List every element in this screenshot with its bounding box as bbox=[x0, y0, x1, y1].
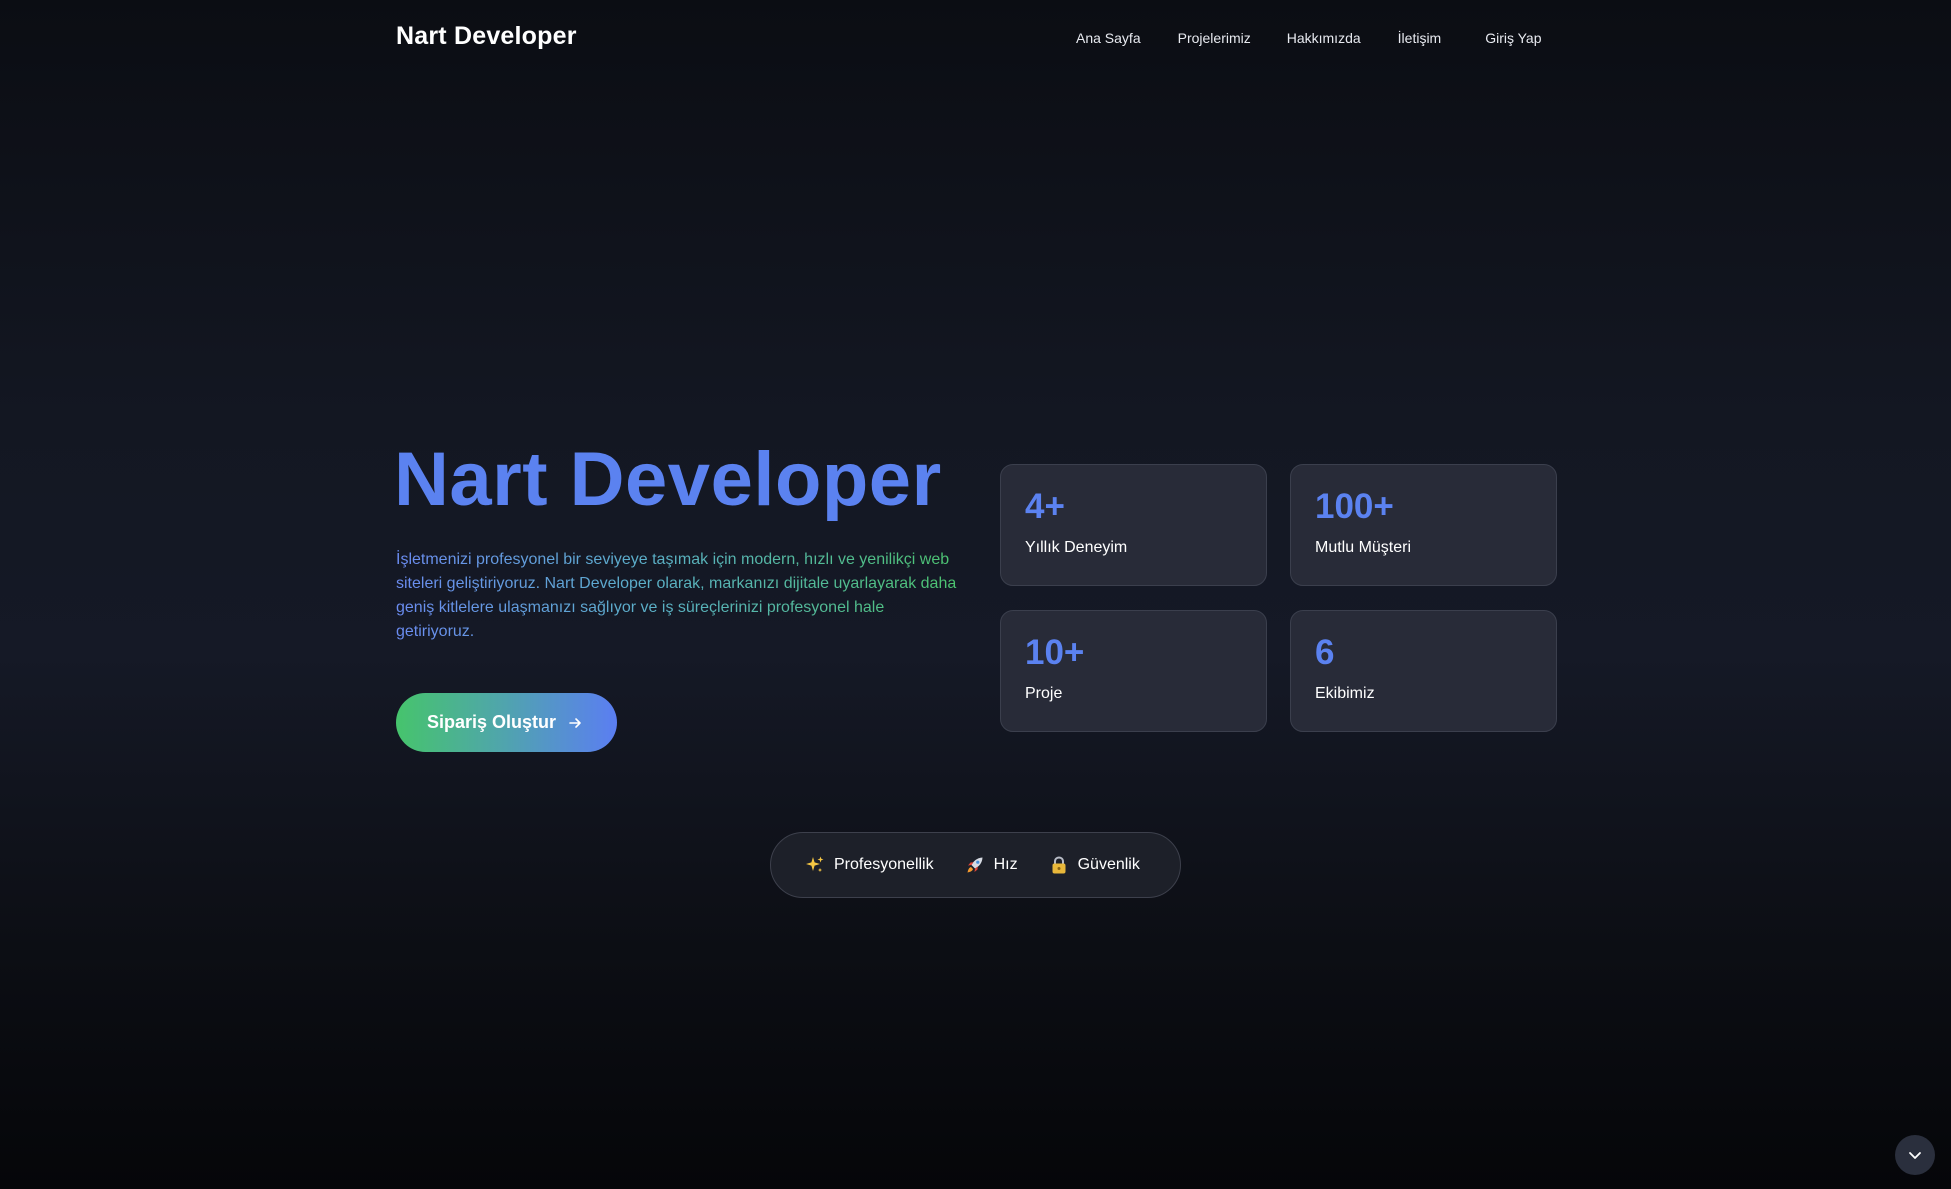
stat-label: Ekibimiz bbox=[1315, 685, 1375, 702]
create-order-button[interactable]: Sipariş Oluştur bbox=[396, 693, 617, 752]
hero-title: Nart Developer bbox=[394, 437, 942, 522]
stat-card-projects: 10+ Proje bbox=[1000, 610, 1267, 732]
rocket-icon bbox=[964, 854, 986, 876]
stat-value: 6 bbox=[1315, 633, 1335, 672]
nav-link-home[interactable]: Ana Sayfa bbox=[1076, 30, 1141, 46]
sparkles-icon bbox=[804, 854, 826, 876]
stat-value: 4+ bbox=[1025, 487, 1065, 526]
stat-value: 10+ bbox=[1025, 633, 1085, 672]
lock-icon bbox=[1048, 854, 1070, 876]
stat-card-experience: 4+ Yıllık Deneyim bbox=[1000, 464, 1267, 586]
stat-label: Yıllık Deneyim bbox=[1025, 539, 1128, 556]
scroll-down-button[interactable] bbox=[1895, 1135, 1935, 1175]
feature-speed: Hız bbox=[964, 854, 1018, 876]
features-pill: Profesyonellik Hız Güvenlik bbox=[770, 832, 1181, 898]
chevron-down-icon bbox=[1907, 1147, 1923, 1163]
feature-label: Profesyonellik bbox=[834, 856, 934, 873]
nav-menu: Ana Sayfa Projelerimiz Hakkımızda İletiş… bbox=[1076, 30, 1542, 46]
stat-label: Mutlu Müşteri bbox=[1315, 539, 1412, 556]
feature-security: Güvenlik bbox=[1048, 854, 1140, 876]
hero-description: İşletmenizi profesyonel bir seviyeye taş… bbox=[396, 548, 962, 644]
brand-logo-text[interactable]: Nart Developer bbox=[396, 22, 577, 51]
nav-link-projects[interactable]: Projelerimiz bbox=[1178, 30, 1251, 46]
stat-value: 100+ bbox=[1315, 487, 1394, 526]
top-navbar: Nart Developer Ana Sayfa Projelerimiz Ha… bbox=[0, 0, 1951, 76]
nav-link-about[interactable]: Hakkımızda bbox=[1287, 30, 1361, 46]
feature-label: Güvenlik bbox=[1077, 856, 1140, 873]
create-order-button-label: Sipariş Oluştur bbox=[427, 712, 557, 732]
feature-professionalism: Profesyonellik bbox=[804, 854, 934, 876]
nav-link-login[interactable]: Giriş Yap bbox=[1485, 30, 1541, 46]
arrow-right-icon bbox=[568, 716, 582, 730]
stat-card-customers: 100+ Mutlu Müşteri bbox=[1290, 464, 1557, 586]
stat-label: Proje bbox=[1025, 685, 1063, 702]
nav-link-contact[interactable]: İletişim bbox=[1398, 30, 1442, 46]
stat-card-team: 6 Ekibimiz bbox=[1290, 610, 1557, 732]
feature-label: Hız bbox=[993, 856, 1018, 873]
